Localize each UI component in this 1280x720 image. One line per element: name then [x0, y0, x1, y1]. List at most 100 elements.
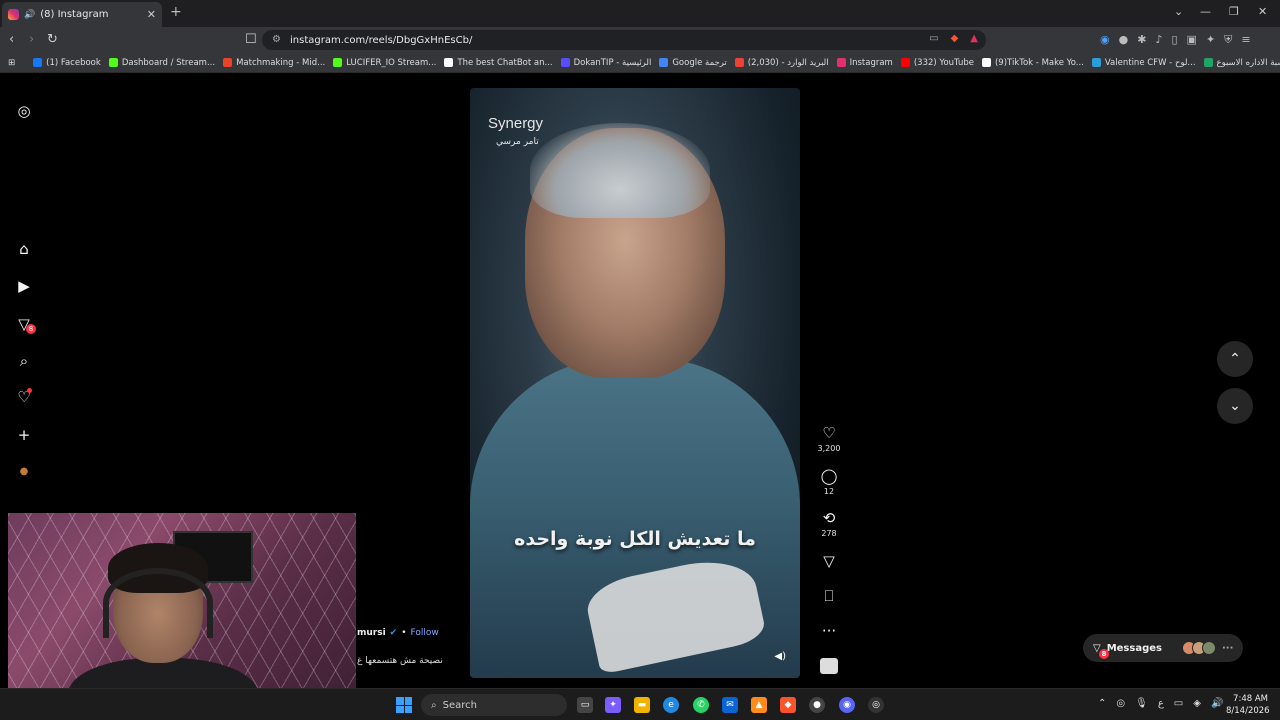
bookmark-item[interactable]: DokanTIP - الرئيسية [557, 58, 656, 68]
brave-icon[interactable]: ◆ [780, 697, 796, 713]
start-button[interactable] [396, 697, 412, 713]
display-icon[interactable]: ▭ [1174, 698, 1183, 709]
share-icon[interactable]: ▽ [816, 553, 842, 569]
create-icon[interactable]: + [16, 427, 32, 443]
extension-icon[interactable]: ● [1119, 33, 1129, 47]
bookmark-item[interactable]: Valentine CFW - لوح... [1088, 58, 1200, 68]
bookmark-item[interactable]: Dashboard / Stream... [105, 58, 219, 68]
bookmark-item[interactable]: Matchmaking - Mid... [219, 58, 329, 68]
leo-icon[interactable]: ✦ [1206, 33, 1215, 47]
bookmark-save-icon[interactable]: ⎕ [816, 588, 842, 604]
repost-count: 278 [821, 529, 837, 538]
puzzle-icon[interactable]: ✱ [1137, 33, 1146, 47]
save-action[interactable]: ⎕ [816, 588, 842, 604]
audio-thumbnail-icon[interactable] [820, 658, 838, 674]
speaker-icon[interactable]: 🔊 [24, 10, 35, 20]
close-tab-icon[interactable]: ✕ [147, 8, 156, 21]
bookmark-favicon-icon [1203, 58, 1213, 67]
voice-icon[interactable]: ◉ [1100, 33, 1110, 47]
taskbar-search[interactable]: ⌕ Search [421, 694, 567, 716]
maximize-button[interactable]: ❐ [1229, 5, 1239, 18]
bookmark-item[interactable]: حسبة الاداره الاسبوع... [1200, 58, 1280, 68]
bookmark-item[interactable]: Instagram [833, 58, 897, 68]
bookmark-item[interactable]: Google ترجمة [655, 58, 730, 68]
obs-icon[interactable]: ● [809, 697, 825, 713]
bookmark-item[interactable]: (9)TikTok - Make Yo... [978, 58, 1088, 68]
bookmark-item[interactable]: (332) YouTube [897, 58, 978, 68]
comment-action[interactable]: ◯ 12 [816, 468, 842, 496]
back-icon[interactable]: ‹ [9, 32, 14, 47]
tab-instagram[interactable]: 🔊 (8) Instagram ✕ [2, 2, 162, 27]
brave-rewards-icon[interactable]: ▲ [970, 33, 978, 44]
tray-app-icon[interactable]: ◎ [1116, 698, 1125, 709]
repost-icon[interactable]: ⟲ [816, 510, 842, 526]
share-action[interactable]: ▽ [816, 553, 842, 569]
messenger-icon[interactable]: ▽ 8 [16, 316, 36, 334]
bookmark-item[interactable]: The best ChatBot an... [440, 58, 556, 68]
brave-shield-icon[interactable]: ◆ [951, 33, 959, 44]
audio-icon[interactable]: ◀) [774, 651, 786, 662]
webcam-overlay [8, 513, 356, 710]
network-icon[interactable]: ◈ [1193, 698, 1201, 709]
home-icon[interactable]: ⌂ [16, 241, 32, 257]
microphone-icon[interactable]: 🎙 [1135, 698, 1148, 709]
audio-thumb[interactable] [816, 658, 842, 674]
bookmark-item[interactable]: LUCIFER_IO Stream... [329, 58, 440, 68]
copilot-icon[interactable]: ✦ [605, 697, 621, 713]
reel-video[interactable]: Synergy تامر مرسي ما تعديش الكل نوبة واح… [470, 88, 800, 678]
more-icon[interactable]: ··· [816, 623, 842, 639]
more-action[interactable]: ··· [816, 623, 842, 639]
vpn-icon[interactable]: ⛨ [1224, 33, 1232, 47]
previous-reel-button[interactable]: ⌃ [1217, 341, 1253, 377]
reels-icon[interactable]: ▶ [16, 278, 32, 294]
search-icon[interactable]: ⌕ [16, 353, 32, 369]
music-icon[interactable]: ♪ [1155, 33, 1162, 47]
language-indicator[interactable]: ع [1158, 698, 1164, 709]
sidebar-icon[interactable]: ▯ [1171, 33, 1177, 47]
discord-icon[interactable]: ◉ [839, 697, 855, 713]
instagram-logo-icon[interactable]: ◎ [16, 103, 32, 119]
profile-avatar[interactable]: ● [16, 464, 32, 480]
site-info-icon[interactable]: ⚙ [272, 34, 281, 45]
reload-icon[interactable]: ↻ [47, 32, 58, 47]
task-view-icon[interactable]: ▭ [577, 697, 593, 713]
whatsapp-icon[interactable]: ✆ [693, 697, 709, 713]
comment-icon[interactable]: ◯ [816, 468, 842, 484]
wallet-icon[interactable]: ▣ [1187, 33, 1197, 47]
heart-icon[interactable]: ♡ [16, 388, 32, 405]
tab-search-icon[interactable]: ⌄ [1174, 5, 1183, 18]
forward-icon[interactable]: › [29, 32, 34, 47]
like-icon[interactable]: ♡ [816, 425, 842, 441]
like-action[interactable]: ♡ 3,200 [816, 425, 842, 453]
bookmark-favicon-icon [981, 58, 991, 67]
close-window-button[interactable]: ✕ [1258, 5, 1267, 18]
messages-button[interactable]: ▽ 8 Messages ··· [1083, 634, 1243, 662]
separator-dot: • [401, 628, 407, 638]
url-field[interactable]: ⚙ instagram.com/reels/DbgGxHnEsCb/ ▭ ◆ ▲ [262, 30, 986, 50]
app-icon[interactable]: ▲ [751, 697, 767, 713]
clock[interactable]: 7:48 AM 8/14/2026 [1226, 693, 1270, 717]
bookmark-favicon-icon [223, 58, 233, 67]
apps-icon[interactable]: ⊞ [0, 58, 29, 68]
follow-button[interactable]: Follow [411, 628, 439, 638]
chrome-icon[interactable]: ◎ [868, 697, 884, 713]
tray-overflow-icon[interactable]: ⌃ [1098, 698, 1106, 709]
address-bar-row: ‹ › ↻ ☐ ⚙ instagram.com/reels/DbgGxHnEsC… [0, 27, 1280, 53]
volume-icon[interactable]: 🔊 [1211, 698, 1223, 709]
bookmark-icon[interactable]: ☐ [245, 32, 257, 47]
outlook-icon[interactable]: ✉ [722, 697, 738, 713]
edge-icon[interactable]: e [663, 697, 679, 713]
menu-icon[interactable]: ≡ [1241, 33, 1250, 47]
repost-action[interactable]: ⟲ 278 [816, 510, 842, 538]
minimize-button[interactable]: — [1200, 5, 1211, 18]
author-name[interactable]: mursi [357, 628, 386, 638]
video-caption: ما تعديش الكل نوبة واحده [514, 528, 756, 550]
bookmark-item[interactable]: البريد الوارد - (2,030) [731, 58, 833, 68]
next-reel-button[interactable]: ⌄ [1217, 388, 1253, 424]
new-tab-button[interactable]: + [170, 4, 182, 20]
bookmark-favicon-icon [1091, 58, 1101, 67]
file-explorer-icon[interactable]: ▬ [634, 697, 650, 713]
cast-icon[interactable]: ▭ [929, 33, 938, 44]
reel-description[interactable]: نصيحة مش هتسمعها غ [357, 656, 443, 666]
bookmark-item[interactable]: (1) Facebook [29, 58, 105, 68]
